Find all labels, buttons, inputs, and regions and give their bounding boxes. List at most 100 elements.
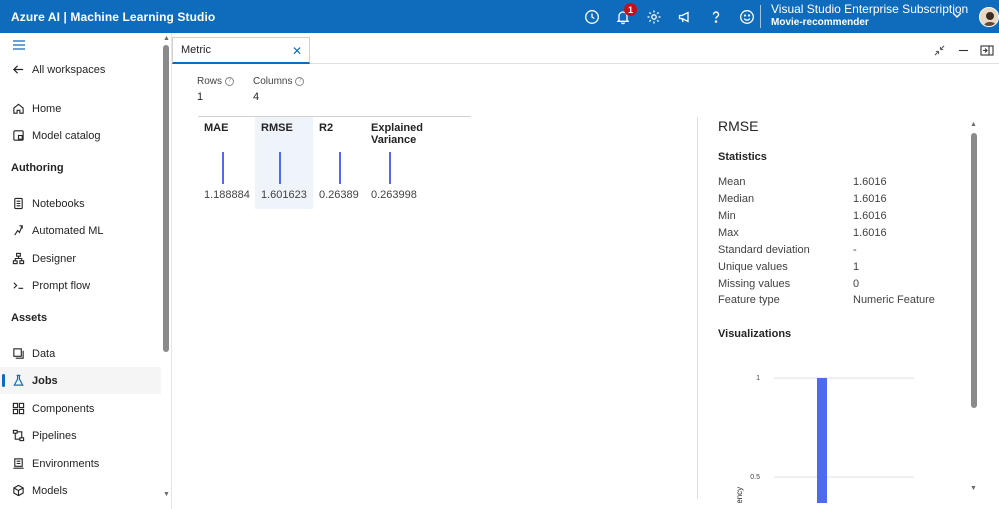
tab-metric[interactable]: Metric ✕: [172, 37, 310, 64]
sidebar-item-label: Pipelines: [32, 429, 77, 442]
catalog-icon: [11, 129, 25, 143]
smiley-icon[interactable]: [731, 0, 762, 33]
stat-key: Standard deviation: [718, 244, 810, 256]
all-workspaces-link[interactable]: All workspaces: [0, 56, 161, 83]
stat-value: -: [853, 244, 857, 256]
metric-column-explained-variance[interactable]: Explained Variance 0.263998: [365, 117, 471, 209]
rows-label: Rows?: [197, 76, 235, 87]
scroll-up-arrow[interactable]: ▲: [163, 35, 170, 42]
sidebar-item-home[interactable]: Home: [0, 95, 161, 122]
column-header: RMSE: [261, 122, 293, 134]
stat-key: Max: [718, 227, 739, 239]
sidebar-scrollbar[interactable]: [163, 45, 169, 352]
sidebar-item-pipelines[interactable]: Pipelines: [0, 422, 161, 449]
stat-value: 0: [853, 278, 860, 290]
stat-value: Numeric Feature: [853, 294, 935, 306]
columns-value: 4: [253, 91, 260, 103]
stat-key: Median: [718, 193, 755, 205]
sidebar-item-label: Models: [32, 484, 68, 497]
metric-column-rmse[interactable]: RMSE 1.601623: [255, 117, 313, 209]
sidebar-item-label: Data: [32, 347, 56, 360]
notebook-icon: [11, 197, 25, 211]
stat-value: 1.6016: [853, 176, 887, 188]
active-indicator: [2, 374, 5, 387]
visualizations-heading: Visualizations: [718, 328, 792, 340]
sidebar-item-automated-ml[interactable]: Automated ML: [0, 217, 161, 244]
sidebar-item-designer[interactable]: Designer: [0, 245, 161, 272]
details-scrollbar[interactable]: [971, 133, 977, 408]
cell-value: 0.263998: [371, 189, 417, 201]
sidebar-item-models[interactable]: Models: [0, 477, 161, 504]
all-workspaces-label: All workspaces: [32, 63, 106, 76]
tab-bar: Metric ✕: [172, 33, 999, 64]
sidebar-item-prompt-flow[interactable]: Prompt flow: [0, 272, 161, 299]
sidebar-item-components[interactable]: Components: [0, 395, 161, 422]
stat-key: Feature type: [718, 294, 780, 306]
subscription-switcher[interactable]: Visual Studio Enterprise Subscription Mo…: [771, 2, 968, 30]
cell-value: 1.601623: [261, 189, 307, 201]
y-axis-label: Frequency: [735, 487, 744, 503]
sidebar-item-notebooks[interactable]: Notebooks: [0, 190, 161, 217]
frequency-histogram: 1 0.5 Frequency: [735, 375, 914, 503]
workspace-name: Movie-recommender: [771, 17, 869, 28]
stat-value: 1: [853, 261, 860, 273]
rows-value: 1: [197, 91, 204, 103]
y-tick-label: 0.5: [750, 474, 760, 481]
columns-label: Columns?: [253, 76, 305, 87]
clock-icon[interactable]: [576, 0, 607, 33]
cell-value: 0.26389: [319, 189, 359, 201]
metric-table: MAE 1.188884 RMSE 1.601623 R2 0.26389 Ex…: [198, 116, 471, 209]
collapse-icon[interactable]: [927, 41, 951, 59]
column-header: MAE: [204, 122, 229, 134]
chevron-down-icon[interactable]: [951, 9, 963, 24]
stat-value: 1.6016: [853, 227, 887, 239]
metric-column-mae[interactable]: MAE 1.188884: [198, 117, 255, 209]
gear-icon[interactable]: [638, 0, 669, 33]
stat-key: Missing values: [718, 278, 791, 290]
scroll-down-arrow[interactable]: ▼: [970, 485, 977, 492]
close-icon[interactable]: ✕: [292, 44, 302, 58]
header-divider: [760, 5, 761, 28]
sparkline-bar: [222, 152, 224, 184]
minimize-icon[interactable]: [951, 41, 975, 59]
notification-badge: 1: [624, 3, 637, 16]
sidebar-item-label: Components: [32, 402, 95, 415]
dock-panel-icon[interactable]: [975, 41, 999, 59]
sidebar-item-label: Home: [32, 102, 62, 115]
avatar[interactable]: [979, 7, 999, 27]
sidebar-item-label: Automated ML: [32, 224, 104, 237]
left-navigation: All workspaces Home Model catalog Author…: [0, 33, 172, 509]
section-authoring: Authoring: [11, 162, 64, 174]
info-icon[interactable]: ?: [225, 76, 235, 86]
column-header: Explained Variance: [371, 122, 423, 146]
app-title[interactable]: Azure AI | Machine Learning Studio: [0, 10, 215, 24]
megaphone-icon[interactable]: [669, 0, 700, 33]
scroll-down-arrow[interactable]: ▼: [163, 491, 170, 498]
panel-divider: [697, 117, 698, 499]
metric-column-r2[interactable]: R2 0.26389: [313, 117, 365, 209]
sparkline-bar: [279, 152, 281, 184]
bell-icon[interactable]: 1: [607, 0, 638, 33]
info-icon[interactable]: ?: [295, 76, 305, 86]
tab-label: Metric: [181, 44, 211, 56]
designer-icon: [11, 252, 25, 266]
scroll-up-arrow[interactable]: ▲: [970, 121, 977, 128]
sidebar-item-label: Environments: [32, 457, 100, 470]
cell-value: 1.188884: [204, 189, 250, 201]
sidebar-item-label: Prompt flow: [32, 279, 91, 292]
sparkline-bar: [389, 152, 391, 184]
models-icon: [11, 484, 25, 498]
home-icon: [11, 102, 25, 116]
sidebar-item-environments[interactable]: Environments: [0, 450, 161, 477]
hamburger-menu-icon[interactable]: [12, 39, 26, 54]
help-icon[interactable]: [700, 0, 731, 33]
sidebar-item-jobs[interactable]: Jobs: [0, 367, 161, 394]
section-assets: Assets: [11, 312, 48, 324]
header-icons: 1: [576, 0, 762, 33]
automl-icon: [11, 224, 25, 238]
data-icon: [11, 347, 25, 361]
sidebar-item-model-catalog[interactable]: Model catalog: [0, 122, 161, 149]
sidebar-item-label: Jobs: [32, 374, 58, 387]
main-content: Metric ✕ Rows? 1 Columns? 4 MAE 1.188884: [172, 33, 999, 509]
sidebar-item-data[interactable]: Data: [0, 340, 161, 367]
